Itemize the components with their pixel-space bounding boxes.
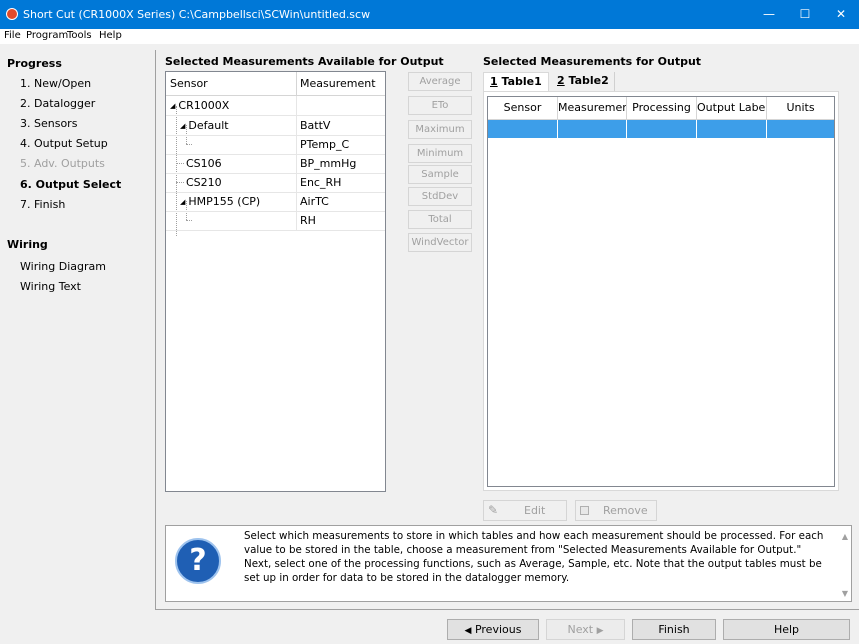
tree-sensor-cell: CS210 bbox=[186, 176, 222, 189]
maximize-button[interactable]: ☐ bbox=[787, 0, 823, 29]
table-cell bbox=[627, 120, 697, 138]
arrow-left-icon: ◀ bbox=[464, 626, 472, 636]
wiring-text-link[interactable]: Wiring Text bbox=[20, 280, 81, 293]
tree-row[interactable]: ◢ Default BattV bbox=[166, 116, 385, 136]
col-header-sensor[interactable]: Sensor bbox=[488, 97, 558, 119]
total-button[interactable]: Total bbox=[408, 210, 472, 229]
tree-row[interactable]: ◢ CR1000X bbox=[166, 96, 385, 116]
column-separator bbox=[296, 154, 297, 173]
step-output-setup[interactable]: 4. Output Setup bbox=[20, 137, 108, 150]
output-table-header: Sensor Measurement Processing Output Lab… bbox=[488, 97, 834, 120]
tree-row[interactable]: CS210 Enc_RH bbox=[166, 173, 385, 193]
window-title: Short Cut (CR1000X Series) C:\Campbellsc… bbox=[23, 8, 371, 21]
step-new-open[interactable]: 1. New/Open bbox=[20, 77, 91, 90]
tree-sensor-cell: ◢ CR1000X bbox=[170, 99, 230, 112]
finish-button[interactable]: Finish bbox=[632, 619, 716, 640]
output-tab-panel: Sensor Measurement Processing Output Lab… bbox=[483, 91, 839, 491]
progress-heading: Progress bbox=[7, 57, 62, 70]
edit-pencil-icon: ✎ bbox=[488, 503, 499, 517]
menu-file[interactable]: File bbox=[4, 30, 21, 41]
header-separator bbox=[296, 72, 297, 95]
question-icon: ? bbox=[175, 538, 221, 584]
tree-sensor-cell: ◢ HMP155 (CP) bbox=[180, 195, 261, 208]
tree-row[interactable]: RH bbox=[166, 211, 385, 231]
windvector-button[interactable]: WindVector bbox=[408, 233, 472, 252]
help-info-box: ? Select which measurements to store in … bbox=[165, 525, 852, 602]
stddev-button[interactable]: StdDev bbox=[408, 187, 472, 206]
tree-measurement-cell: Enc_RH bbox=[300, 176, 342, 189]
step-adv-outputs: 5. Adv. Outputs bbox=[20, 157, 105, 170]
menu-help[interactable]: Help bbox=[99, 30, 122, 41]
edit-label: Edit bbox=[524, 504, 546, 517]
wiring-heading: Wiring bbox=[7, 238, 48, 251]
column-separator bbox=[296, 211, 297, 230]
col-header-output-label[interactable]: Output Label bbox=[697, 97, 767, 119]
tree-header: Sensor Measurement bbox=[166, 72, 385, 96]
remove-label: Remove bbox=[603, 504, 648, 517]
column-separator bbox=[296, 116, 297, 135]
tree-measurement-cell: AirTC bbox=[300, 195, 329, 208]
wiring-diagram-link[interactable]: Wiring Diagram bbox=[20, 260, 106, 273]
column-separator bbox=[296, 192, 297, 211]
available-measurements-tree[interactable]: Sensor Measurement ◢ CR1000X ◢ Default Bat… bbox=[165, 71, 386, 492]
minimum-button[interactable]: Minimum bbox=[408, 144, 472, 163]
tree-measurement-cell: PTemp_C bbox=[300, 138, 350, 151]
col-header-measurement[interactable]: Measurement bbox=[558, 97, 627, 119]
average-button[interactable]: Average bbox=[408, 72, 472, 91]
column-separator bbox=[296, 173, 297, 192]
table-cell bbox=[558, 120, 627, 138]
tab-table2[interactable]: 2 Table2 bbox=[551, 72, 615, 92]
col-header-units[interactable]: Units bbox=[767, 97, 834, 119]
next-button: Next ▶ bbox=[546, 619, 625, 640]
sample-button[interactable]: Sample bbox=[408, 165, 472, 184]
expand-triangle-icon[interactable]: ◢ bbox=[180, 198, 185, 206]
expand-triangle-icon[interactable]: ◢ bbox=[170, 102, 175, 110]
previous-label: Previous bbox=[474, 623, 522, 636]
menu-bar: File Program Tools Help bbox=[0, 29, 859, 44]
menu-program[interactable]: Program bbox=[26, 30, 68, 41]
expand-triangle-icon[interactable]: ◢ bbox=[180, 122, 185, 130]
menu-tools[interactable]: Tools bbox=[67, 30, 92, 41]
previous-button[interactable]: ◀ Previous bbox=[447, 619, 539, 640]
scroll-up-icon[interactable]: ▲ bbox=[842, 532, 848, 541]
tab-table1[interactable]: 1 Table1 bbox=[483, 72, 549, 92]
available-title: Selected Measurements Available for Outp… bbox=[165, 55, 444, 68]
tree-measurement-cell: RH bbox=[300, 214, 316, 227]
eto-button[interactable]: ETo bbox=[408, 96, 472, 115]
edit-button[interactable]: ✎ Edit bbox=[483, 500, 567, 521]
title-bar: Short Cut (CR1000X Series) C:\Campbellsc… bbox=[0, 0, 859, 29]
tree-sensor-cell: CS106 bbox=[186, 157, 222, 170]
maximum-button[interactable]: Maximum bbox=[408, 120, 472, 139]
tree-measurement-cell: BattV bbox=[300, 119, 331, 132]
step-sensors[interactable]: 3. Sensors bbox=[20, 117, 77, 130]
scroll-down-icon[interactable]: ▼ bbox=[842, 589, 848, 598]
app-icon bbox=[6, 8, 18, 20]
remove-icon bbox=[580, 506, 589, 515]
tree-row[interactable]: CS106 BP_mmHg bbox=[166, 154, 385, 174]
tree-row[interactable]: PTemp_C bbox=[166, 135, 385, 155]
tree-measurement-cell: BP_mmHg bbox=[300, 157, 357, 170]
tree-row[interactable]: ◢ HMP155 (CP) AirTC bbox=[166, 192, 385, 212]
table-cell bbox=[697, 120, 767, 138]
selected-table-row[interactable] bbox=[488, 120, 834, 138]
next-label: Next bbox=[567, 623, 594, 636]
column-separator bbox=[296, 135, 297, 154]
col-sensor-header[interactable]: Sensor bbox=[170, 77, 208, 90]
step-datalogger[interactable]: 2. Datalogger bbox=[20, 97, 95, 110]
output-title: Selected Measurements for Output bbox=[483, 55, 702, 68]
output-table[interactable]: Sensor Measurement Processing Output Lab… bbox=[487, 96, 835, 487]
step-output-select[interactable]: 6. Output Select bbox=[20, 178, 121, 191]
col-measurement-header[interactable]: Measurement bbox=[300, 77, 376, 90]
help-button[interactable]: Help bbox=[723, 619, 850, 640]
step-finish[interactable]: 7. Finish bbox=[20, 198, 65, 211]
remove-button[interactable]: Remove bbox=[575, 500, 657, 521]
arrow-right-icon: ▶ bbox=[596, 626, 604, 636]
minimize-button[interactable]: — bbox=[751, 0, 787, 29]
info-text: Select which measurements to store in wh… bbox=[244, 530, 824, 584]
col-header-processing[interactable]: Processing bbox=[627, 97, 697, 119]
tree-sensor-cell: ◢ Default bbox=[180, 119, 229, 132]
close-button[interactable]: ✕ bbox=[823, 0, 859, 29]
column-separator bbox=[296, 96, 297, 115]
table-cell bbox=[488, 120, 558, 138]
